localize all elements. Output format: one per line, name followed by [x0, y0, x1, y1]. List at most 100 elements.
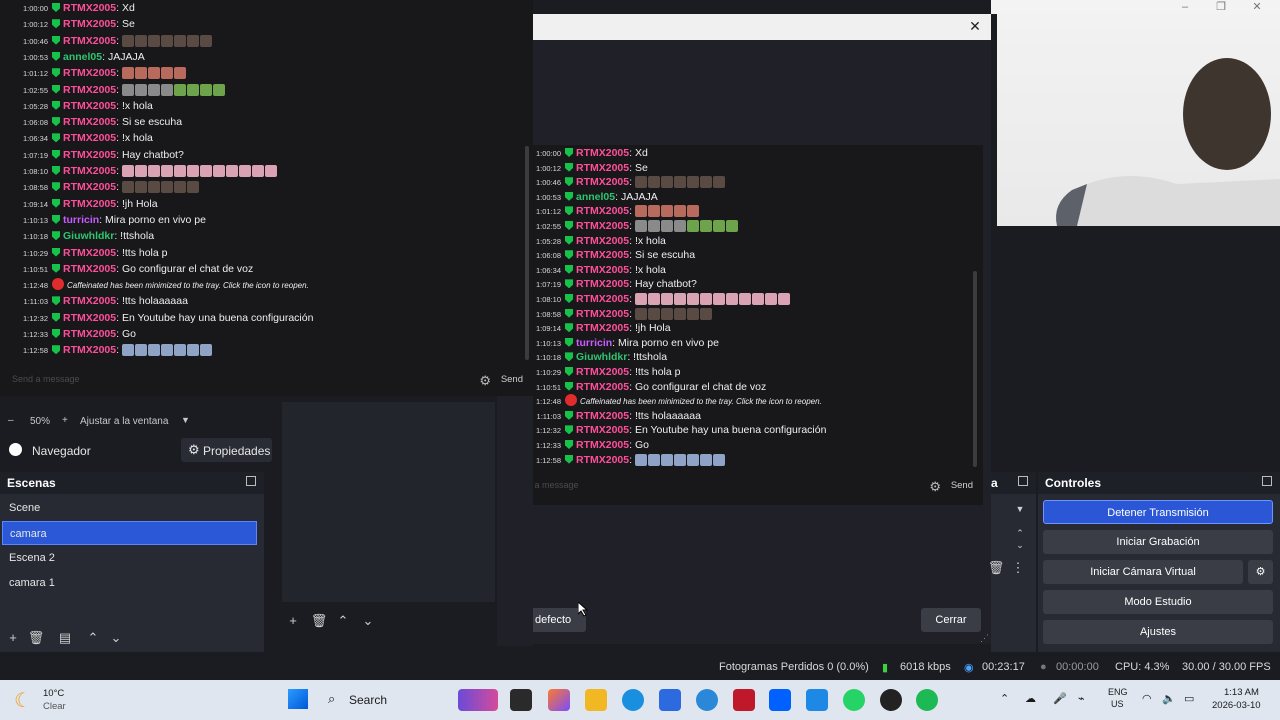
- file-explorer-icon[interactable]: [585, 689, 607, 711]
- scene-item[interactable]: Escena 2: [2, 546, 257, 570]
- chat-username[interactable]: RTMX2005: [63, 247, 116, 259]
- chat-username[interactable]: RTMX2005: [576, 410, 629, 422]
- chat-username[interactable]: RTMX2005: [576, 205, 629, 217]
- move-up-icon[interactable]: ⌃: [334, 613, 352, 629]
- whatsapp-icon[interactable]: [843, 689, 865, 711]
- close-window-icon[interactable]: ✕: [1247, 0, 1267, 14]
- chat-username[interactable]: RTMX2005: [63, 181, 116, 193]
- chat-username[interactable]: RTMX2005: [576, 220, 629, 232]
- wifi-icon[interactable]: ◠: [1142, 692, 1152, 705]
- chat-input[interactable]: Send a message: [12, 374, 80, 384]
- antivirus-icon[interactable]: [733, 689, 755, 711]
- move-down-icon[interactable]: ⌄: [359, 613, 377, 629]
- chat-username[interactable]: RTMX2005: [576, 147, 629, 159]
- chat-username[interactable]: RTMX2005: [63, 198, 116, 210]
- chat-username[interactable]: RTMX2005: [63, 149, 116, 161]
- chat-username[interactable]: RTMX2005: [63, 132, 116, 144]
- windows-start-icon[interactable]: [288, 689, 308, 709]
- chat-username[interactable]: RTMX2005: [576, 264, 629, 276]
- undock-icon[interactable]: [246, 476, 256, 486]
- chat-username[interactable]: RTMX2005: [576, 366, 629, 378]
- volume-icon[interactable]: 🔈: [1162, 692, 1176, 705]
- scene-item[interactable]: camara 1: [2, 571, 257, 595]
- microphone-icon[interactable]: 🎤: [1053, 692, 1067, 705]
- chat-username[interactable]: RTMX2005: [576, 176, 629, 188]
- add-source-icon[interactable]: +: [284, 613, 302, 628]
- chat-username[interactable]: RTMX2005: [576, 278, 629, 290]
- chat-username[interactable]: RTMX2005: [576, 162, 629, 174]
- trash-icon[interactable]: 🗑: [987, 560, 1005, 576]
- close-icon[interactable]: ✕: [965, 16, 985, 36]
- chat-username[interactable]: RTMX2005: [63, 2, 116, 14]
- undock-icon[interactable]: [1262, 476, 1272, 486]
- resize-grip-icon[interactable]: ⋰: [980, 633, 990, 643]
- chat-username[interactable]: RTMX2005: [576, 439, 629, 451]
- stop-stream-button[interactable]: Detener Transmisión: [1043, 500, 1273, 524]
- chat-username[interactable]: RTMX2005: [576, 308, 629, 320]
- chat-username[interactable]: RTMX2005: [63, 344, 116, 356]
- chat-username[interactable]: RTMX2005: [576, 424, 629, 436]
- chat-username[interactable]: RTMX2005: [63, 116, 116, 128]
- taskbar-search[interactable]: ⌕ Search: [322, 688, 446, 712]
- dropbox-icon[interactable]: [769, 689, 791, 711]
- close-button[interactable]: Cerrar: [921, 608, 981, 632]
- spotify-icon[interactable]: [916, 689, 938, 711]
- chevron-down-icon[interactable]: ▼: [181, 415, 190, 425]
- chat-username[interactable]: RTMX2005: [576, 293, 629, 305]
- zoom-in-icon[interactable]: +: [62, 415, 68, 426]
- maximize-icon[interactable]: ❐: [1211, 0, 1231, 14]
- chevron-up-icon[interactable]: ⌃: [1000, 692, 1009, 705]
- move-up-icon[interactable]: ⌃: [84, 630, 102, 646]
- virtual-camera-settings-icon[interactable]: ⚙: [1248, 560, 1273, 584]
- battery-icon[interactable]: ▭: [1184, 692, 1194, 705]
- task-view-icon[interactable]: [510, 689, 532, 711]
- zoom-out-icon[interactable]: –: [8, 415, 14, 426]
- scene-item[interactable]: Scene: [2, 496, 257, 520]
- delete-source-icon[interactable]: 🗑: [310, 613, 328, 629]
- chevron-down-icon[interactable]: ⌄: [1011, 540, 1029, 551]
- chat-username[interactable]: turricin: [576, 337, 612, 349]
- store-icon[interactable]: [659, 689, 681, 711]
- weather-temp[interactable]: 10°C: [43, 688, 64, 699]
- chat-username[interactable]: RTMX2005: [63, 312, 116, 324]
- chevron-down-icon[interactable]: ▼: [1011, 504, 1029, 514]
- chat-username[interactable]: RTMX2005: [576, 249, 629, 261]
- chat-username[interactable]: turricin: [63, 214, 99, 226]
- chat-username[interactable]: Giuwhldkr: [63, 230, 114, 242]
- minimize-icon[interactable]: –: [1175, 0, 1195, 14]
- start-virtual-camera-button[interactable]: Iniciar Cámara Virtual: [1043, 560, 1243, 584]
- tray-icon[interactable]: ☁: [1025, 692, 1036, 705]
- chat-username[interactable]: RTMX2005: [63, 100, 116, 112]
- more-options-icon[interactable]: ⋮: [1009, 560, 1027, 576]
- dock-chat-settings-icon[interactable]: ⚙: [929, 479, 941, 495]
- navigator-button[interactable]: Navegador: [32, 444, 91, 458]
- delete-scene-icon[interactable]: 🗑: [27, 630, 45, 646]
- undock-icon[interactable]: [1018, 476, 1028, 486]
- studio-mode-button[interactable]: Modo Estudio: [1043, 590, 1273, 614]
- sources-list[interactable]: [282, 402, 495, 602]
- usb-icon[interactable]: ⌁: [1078, 692, 1085, 705]
- dock-chat-send-button[interactable]: Send: [951, 480, 973, 491]
- fit-window-dropdown[interactable]: Ajustar a la ventana: [80, 416, 168, 427]
- chat-username[interactable]: RTMX2005: [63, 328, 116, 340]
- chat-username[interactable]: annel05: [63, 51, 102, 63]
- chevron-up-icon[interactable]: ⌃: [1011, 528, 1029, 539]
- vscode-icon[interactable]: [806, 689, 828, 711]
- scene-item[interactable]: camara: [2, 521, 257, 545]
- chat-username[interactable]: RTMX2005: [63, 263, 116, 275]
- language-code[interactable]: ENG: [1108, 687, 1128, 697]
- clock-time[interactable]: 1:13 AM: [1224, 687, 1259, 698]
- obs-icon[interactable]: [880, 689, 902, 711]
- chat-username[interactable]: RTMX2005: [63, 35, 116, 47]
- chat-username[interactable]: RTMX2005: [576, 235, 629, 247]
- filter-icon[interactable]: ▤: [56, 630, 74, 646]
- move-down-icon[interactable]: ⌄: [107, 630, 125, 646]
- chat-username[interactable]: RTMX2005: [63, 295, 116, 307]
- help-icon[interactable]: [696, 689, 718, 711]
- copilot-app-icon[interactable]: [548, 689, 570, 711]
- chat-username[interactable]: RTMX2005: [63, 67, 116, 79]
- chat-username[interactable]: RTMX2005: [63, 84, 116, 96]
- edge-icon[interactable]: [622, 689, 644, 711]
- chat-settings-icon[interactable]: ⚙: [479, 373, 491, 389]
- add-scene-icon[interactable]: +: [4, 630, 22, 645]
